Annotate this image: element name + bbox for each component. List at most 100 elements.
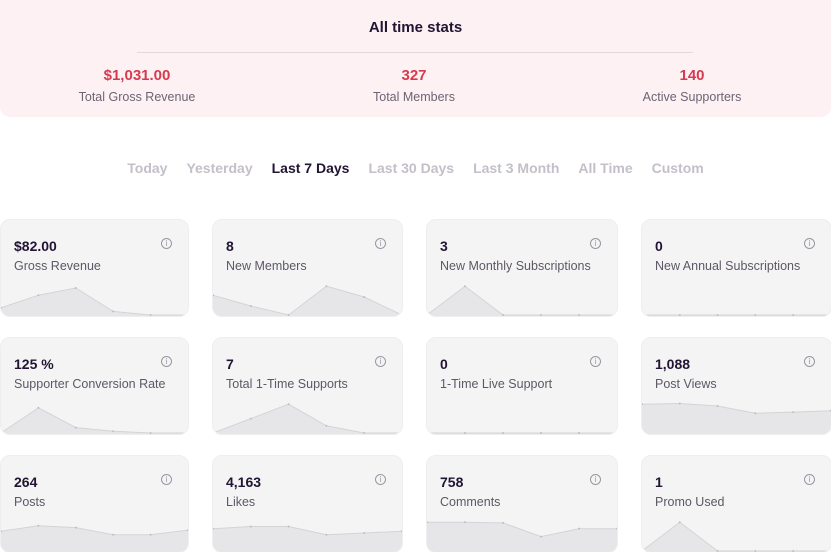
all-time-stats-title: All time stats — [368, 19, 463, 36]
sparkline-point — [792, 411, 795, 414]
sparkline-point — [287, 403, 290, 406]
sparkline-point — [464, 432, 466, 434]
tab-yesterday[interactable]: Yesterday — [186, 160, 252, 180]
card-label: New Monthly Subscriptions — [440, 259, 591, 273]
tab-last-7-days[interactable]: Last 7 Days — [272, 160, 350, 180]
sparkline-point — [112, 310, 115, 313]
sparkline — [213, 403, 402, 434]
card-value: 1 — [655, 474, 663, 490]
info-icon[interactable]: i — [590, 474, 601, 485]
info-icon[interactable]: i — [804, 238, 815, 249]
stat-card-1-time-live-support: 0 1-Time Live Support i — [426, 337, 618, 435]
sparkline-point — [792, 314, 795, 316]
tab-custom[interactable]: Custom — [652, 160, 704, 180]
info-icon[interactable]: i — [375, 474, 386, 485]
tab-last-30-days[interactable]: Last 30 Days — [368, 160, 454, 180]
info-icon[interactable]: i — [161, 474, 172, 485]
card-value: 758 — [440, 474, 464, 490]
info-icon[interactable]: i — [375, 238, 386, 249]
stat-card-new-monthly-subscriptions: 3 New Monthly Subscriptions i — [426, 219, 618, 317]
sparkline-point — [578, 314, 580, 316]
sparkline-point — [464, 285, 466, 288]
card-value: 125 % — [14, 356, 54, 372]
sparkline-point — [325, 533, 328, 536]
card-value: 0 — [655, 238, 663, 254]
stat-card-new-members: 8 New Members i — [212, 219, 403, 317]
sparkline-area — [213, 404, 402, 434]
info-icon[interactable]: i — [590, 238, 601, 249]
sparkline-point — [249, 417, 252, 420]
card-label: Comments — [440, 495, 501, 509]
sparkline — [642, 521, 831, 552]
sparkline-point — [74, 526, 77, 529]
stat-card-gross-revenue: $82.00 Gross Revenue i — [0, 219, 189, 317]
stat-card-total-1-time-supports: 7 Total 1-Time Supports i — [212, 337, 403, 435]
sparkline-point — [249, 305, 252, 307]
stat-card-posts: 264 Posts i — [0, 455, 189, 552]
card-value: 3 — [440, 238, 448, 254]
info-icon[interactable]: i — [804, 474, 815, 485]
tab-last-3-month[interactable]: Last 3 Month — [473, 160, 559, 180]
sparkline — [642, 314, 831, 316]
sparkline-point — [287, 314, 290, 316]
sparkline-point — [578, 527, 580, 530]
stat-card-promo-used: 1 Promo Used i — [641, 455, 831, 552]
info-icon[interactable]: i — [161, 238, 172, 249]
sparkline-point — [502, 314, 504, 316]
sparkline-point — [363, 532, 366, 534]
card-label: Posts — [14, 495, 46, 509]
sparkline-area — [1, 525, 188, 552]
tab-today[interactable]: Today — [127, 160, 167, 180]
stat-card-comments: 758 Comments i — [426, 455, 618, 552]
stat-card-likes: 4,163 Likes i — [212, 455, 403, 552]
card-value: 7 — [226, 356, 234, 372]
sparkline-point — [540, 314, 542, 316]
sparkline — [427, 285, 617, 316]
sparkline-point — [363, 296, 366, 298]
stat-total-gross-revenue: $1,031.00 Total Gross Revenue — [37, 67, 237, 104]
sparkline-point — [754, 314, 757, 316]
sparkline-point — [287, 525, 290, 528]
sparkline-area — [1, 407, 188, 434]
stat-card-supporter-conversion-rate: 125 % Supporter Conversion Rate i — [0, 337, 189, 435]
tab-all-time[interactable]: All Time — [578, 160, 632, 180]
sparkline-point — [37, 524, 40, 527]
card-label: New Annual Subscriptions — [655, 259, 801, 273]
sparkline-point — [74, 287, 77, 289]
sparkline-point — [540, 432, 542, 434]
info-icon[interactable]: i — [590, 356, 601, 367]
sparkline-point — [112, 430, 115, 433]
sparkline-point — [716, 314, 719, 316]
sparkline-area — [642, 403, 831, 434]
sparkline-area — [642, 522, 831, 552]
info-icon[interactable]: i — [804, 356, 815, 367]
sparkline-area — [427, 286, 617, 316]
sparkline-point — [716, 405, 719, 407]
card-label: Post Views — [655, 377, 717, 391]
sparkline-point — [678, 314, 681, 316]
sparkline-point — [149, 314, 152, 316]
stat-value: 140 — [679, 67, 705, 84]
sparkline-point — [464, 521, 466, 524]
stat-total-members: 327 Total Members — [314, 67, 514, 104]
sparkline-point — [678, 402, 681, 405]
card-value: 4,163 — [226, 474, 262, 490]
info-icon[interactable]: i — [375, 356, 386, 367]
sparkline — [1, 524, 188, 552]
stat-value: $1,031.00 — [103, 67, 171, 84]
card-value: 264 — [14, 474, 38, 490]
sparkline-point — [754, 412, 757, 415]
sparkline-point — [678, 521, 681, 524]
stats-cards-grid: $82.00 Gross Revenue i 8 New Members i 3 New Mo… — [0, 219, 831, 552]
sparkline-point — [502, 521, 504, 524]
card-label: 1-Time Live Support — [440, 377, 553, 391]
all-time-stats-panel: All time stats $1,031.00 Total Gross Rev… — [0, 0, 831, 117]
sparkline-point — [37, 406, 40, 409]
sparkline — [213, 285, 402, 316]
divider — [137, 52, 693, 53]
info-icon[interactable]: i — [161, 356, 172, 367]
sparkline — [642, 402, 831, 434]
card-value: 1,088 — [655, 356, 691, 372]
card-value: 8 — [226, 238, 234, 254]
sparkline-point — [325, 424, 328, 427]
